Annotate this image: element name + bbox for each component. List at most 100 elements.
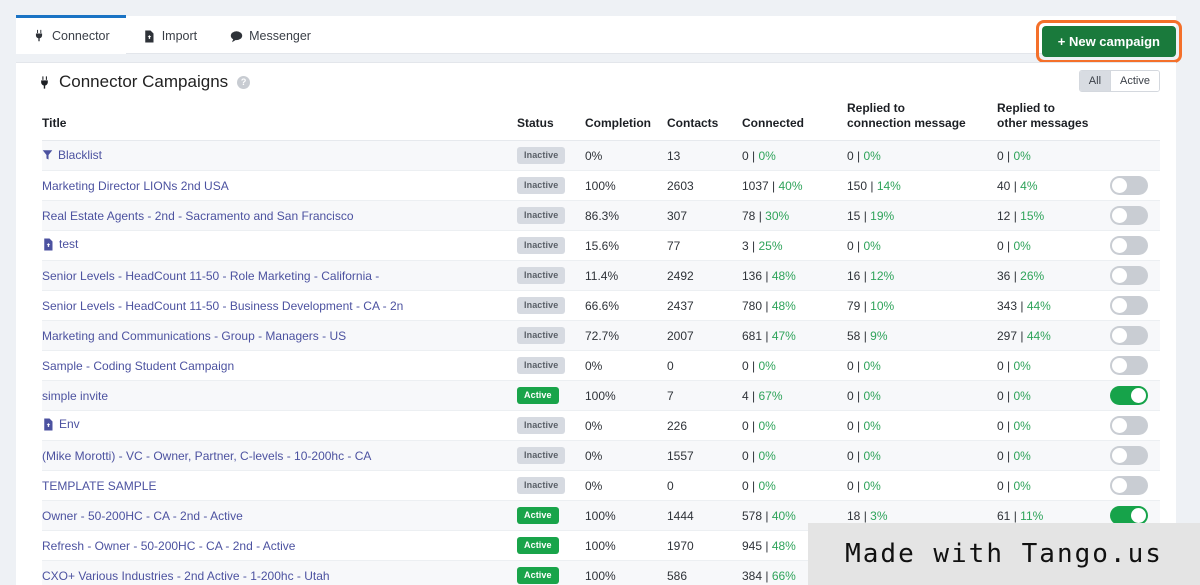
cell-status: Active (517, 380, 585, 411)
count-value: 61 (997, 508, 1011, 523)
campaign-enable-toggle[interactable] (1110, 356, 1148, 375)
table-row[interactable]: test Inactive 15.6% 77 3 | 25% 0 | 0% 0 | 0% (42, 230, 1160, 261)
cell-replied-connection: 150 | 14% (847, 170, 997, 201)
percent-value: 66% (771, 568, 796, 583)
filter-all-button[interactable]: All (1079, 71, 1111, 91)
table-row[interactable]: Blacklist Inactive 0% 13 0 | 0% 0 | 0% 0 | 0% (42, 140, 1160, 171)
column-header-contacts[interactable]: Contacts (667, 101, 742, 141)
campaign-enable-toggle[interactable] (1110, 296, 1148, 315)
tab-messenger[interactable]: Messenger (213, 16, 327, 53)
campaign-enable-toggle[interactable] (1110, 176, 1148, 195)
column-header-completion[interactable]: Completion (585, 101, 667, 141)
cell-connected: 4 | 67% (742, 380, 847, 411)
table-row[interactable]: Senior Levels - HeadCount 11-50 - Role M… (42, 260, 1160, 291)
count-value: 0 (847, 478, 854, 493)
campaign-title-link[interactable]: Sample - Coding Student Campaign (42, 359, 234, 373)
campaign-title-text: Sample - Coding Student Campaign (42, 358, 235, 373)
cell-title: CXO+ Various Industries - 2nd Active - 1… (42, 560, 517, 585)
campaign-title-link[interactable]: (Mike Morotti) - VC - Owner, Partner, C-… (42, 449, 371, 463)
campaign-enable-toggle[interactable] (1110, 446, 1148, 465)
cell-completion: 100% (585, 380, 667, 411)
campaign-title-link[interactable]: TEMPLATE SAMPLE (42, 479, 156, 493)
cell-connected: 681 | 47% (742, 320, 847, 351)
campaign-enable-toggle[interactable] (1110, 416, 1148, 435)
toggle-knob (1112, 328, 1127, 343)
campaign-enable-toggle[interactable] (1110, 326, 1148, 345)
campaign-title-link[interactable]: Marketing and Communications - Group - M… (42, 329, 346, 343)
count-value: 0 (742, 148, 749, 163)
cell-status: Inactive (517, 170, 585, 201)
campaign-title-link[interactable]: Real Estate Agents - 2nd - Sacramento an… (42, 209, 354, 223)
cell-completion: 66.6% (585, 290, 667, 321)
campaign-title-link[interactable]: simple invite (42, 389, 108, 403)
cell-title: Marketing Director LIONs 2nd USA (42, 170, 517, 201)
value-separator: | (853, 388, 864, 403)
value-separator: | (860, 268, 871, 283)
campaign-title-text: Blacklist (58, 147, 103, 162)
campaign-title-link[interactable]: Refresh - Owner - 50-200HC - CA - 2nd - … (42, 539, 295, 553)
campaign-title-link[interactable]: Senior Levels - HeadCount 11-50 - Role M… (42, 269, 379, 283)
table-row[interactable]: Marketing and Communications - Group - M… (42, 320, 1160, 351)
column-header-replied-connection[interactable]: Replied to connection message (847, 101, 997, 141)
table-row[interactable]: Senior Levels - HeadCount 11-50 - Busine… (42, 290, 1160, 321)
question-mark-icon[interactable]: ? (237, 75, 251, 89)
column-header-connected[interactable]: Connected (742, 101, 847, 141)
count-value: 0 (997, 238, 1004, 253)
count-value: 0 (997, 358, 1004, 373)
campaign-enable-toggle[interactable] (1110, 236, 1148, 255)
cell-title: Blacklist (42, 140, 517, 171)
count-value: 384 (742, 568, 763, 583)
campaign-title-link[interactable]: Owner - 50-200HC - CA - 2nd - Active (42, 509, 243, 523)
table-row[interactable]: TEMPLATE SAMPLE Inactive 0% 0 0 | 0% 0 | 0% 0 … (42, 470, 1160, 501)
campaign-title-text: simple invite (42, 388, 109, 403)
campaign-title-link[interactable]: Blacklist (42, 148, 102, 162)
cell-replied-other: 343 | 44% (997, 290, 1110, 321)
campaign-title-link[interactable]: test (42, 237, 78, 251)
cell-replied-other: 0 | 0% (997, 230, 1110, 261)
table-row[interactable]: Marketing Director LIONs 2nd USA Inactive… (42, 170, 1160, 201)
cell-connected: 0 | 0% (742, 440, 847, 471)
campaign-title-text: Refresh - Owner - 50-200HC - CA - 2nd - … (42, 538, 296, 553)
table-row[interactable]: Real Estate Agents - 2nd - Sacramento an… (42, 200, 1160, 231)
table-row[interactable]: (Mike Morotti) - VC - Owner, Partner, C-… (42, 440, 1160, 471)
percent-value: 19% (870, 208, 895, 223)
percent-value: 0% (1013, 358, 1031, 373)
filter-active-button[interactable]: Active (1110, 71, 1159, 91)
campaign-enable-toggle[interactable] (1110, 266, 1148, 285)
count-value: 343 (997, 298, 1018, 313)
table-row[interactable]: Env Inactive 0% 226 0 | 0% 0 | 0% 0 | 0% (42, 410, 1160, 441)
cell-toggle (1110, 170, 1160, 201)
cell-title: Senior Levels - HeadCount 11-50 - Role M… (42, 260, 517, 291)
tango-watermark-text: Made with Tango.us (845, 539, 1163, 569)
cell-completion: 11.4% (585, 260, 667, 291)
campaign-title-text: TEMPLATE SAMPLE (42, 478, 157, 493)
count-value: 0 (742, 358, 749, 373)
status-badge: Inactive (517, 147, 566, 164)
campaign-enable-toggle[interactable] (1110, 386, 1148, 405)
campaign-title-link[interactable]: Senior Levels - HeadCount 11-50 - Busine… (42, 299, 403, 313)
value-separator: | (762, 298, 772, 313)
cell-contacts: 1444 (667, 500, 742, 531)
count-value: 0 (847, 148, 854, 163)
column-header-status[interactable]: Status (517, 101, 585, 141)
new-campaign-button[interactable]: + New campaign (1041, 26, 1176, 57)
table-row[interactable]: simple invite Active 100% 7 4 | 67% 0 | 0% 0 |… (42, 380, 1160, 411)
percent-value: 0% (758, 148, 776, 163)
count-value: 0 (997, 388, 1004, 403)
campaign-title-text: Real Estate Agents - 2nd - Sacramento an… (42, 208, 354, 223)
column-header-replied-other[interactable]: Replied to other messages (997, 101, 1110, 141)
campaign-title-link[interactable]: CXO+ Various Industries - 2nd Active - 1… (42, 569, 330, 583)
campaign-enable-toggle[interactable] (1110, 476, 1148, 495)
campaign-enable-toggle[interactable] (1110, 206, 1148, 225)
tab-import[interactable]: Import (125, 16, 214, 53)
cell-replied-other: 0 | 0% (997, 350, 1110, 381)
column-header-title[interactable]: Title (42, 101, 517, 141)
cell-contacts: 226 (667, 410, 742, 441)
campaign-title-link[interactable]: Env (42, 417, 80, 431)
table-row[interactable]: Sample - Coding Student Campaign Inactive… (42, 350, 1160, 381)
cell-connected: 0 | 0% (742, 410, 847, 441)
campaign-title-text: Senior Levels - HeadCount 11-50 - Busine… (42, 298, 404, 313)
campaigns-table-container: Title Status Completion Contacts Connect… (16, 101, 1176, 585)
tab-connector[interactable]: Connector (16, 15, 126, 54)
campaign-title-link[interactable]: Marketing Director LIONs 2nd USA (42, 179, 229, 193)
